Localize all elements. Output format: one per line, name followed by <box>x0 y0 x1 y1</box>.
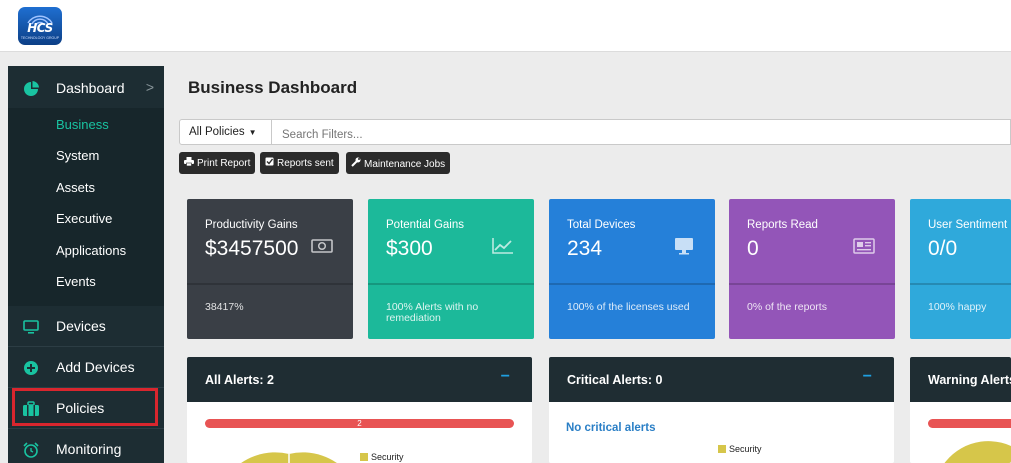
legend-label: Security <box>729 444 762 454</box>
caret-down-icon: ▼ <box>248 128 257 137</box>
legend-security: Security <box>360 452 404 462</box>
desktop-icon <box>675 238 693 255</box>
legend-label: Security <box>371 452 404 462</box>
panel-title: All Alerts: 2 <box>205 373 275 387</box>
card-divider <box>368 283 534 285</box>
dashboard-submenu: Business System Assets Executive Applica… <box>8 108 164 306</box>
pie-chart-partial <box>944 441 1011 463</box>
panel-header: Warning Alerts <box>910 357 1011 402</box>
card-value: $300 <box>386 237 433 260</box>
sidebar-item-devices[interactable]: Devices <box>8 306 164 346</box>
check-square-icon <box>265 157 274 166</box>
sidebar-subitem-events[interactable]: Events <box>56 274 96 289</box>
all-alerts-bar: 2 <box>205 419 514 428</box>
policy-filter-dropdown[interactable]: All Policies ▼ <box>179 119 272 145</box>
card-divider <box>910 283 1011 285</box>
legend-swatch <box>360 453 368 461</box>
policy-filter-value: All Policies <box>189 126 245 138</box>
card-value: 0 <box>747 237 759 260</box>
sidebar-item-add-devices[interactable]: Add Devices <box>8 347 164 387</box>
panel-header: All Alerts: 2 − <box>187 357 532 402</box>
panel-header: Critical Alerts: 0 − <box>549 357 894 402</box>
maintenance-jobs-label: Maintenance Jobs <box>364 159 446 170</box>
card-title: User Sentiment <box>928 219 1008 231</box>
card-divider <box>729 283 895 285</box>
card-title: Reports Read <box>747 219 818 231</box>
plus-circle-icon <box>24 361 38 375</box>
sidebar-item-monitoring[interactable]: Monitoring <box>8 429 164 463</box>
logo-text: HCS <box>27 21 53 35</box>
card-potential-gains[interactable]: Potential Gains $300 100% Alerts with no… <box>368 199 534 339</box>
wrench-icon <box>351 157 361 167</box>
line-chart-icon <box>492 238 513 254</box>
reports-sent-label: Reports sent <box>277 158 334 169</box>
maintenance-jobs-button[interactable]: Maintenance Jobs <box>346 152 451 174</box>
sidebar-item-label: Monitoring <box>56 441 122 457</box>
search-filters-input[interactable] <box>272 119 1011 145</box>
no-critical-alerts-message: No critical alerts <box>566 422 656 434</box>
panel-title: Warning Alerts <box>928 373 1011 387</box>
sidebar-subitem-assets[interactable]: Assets <box>56 180 95 195</box>
hcs-logo[interactable]: HCS TECHNOLOGY GROUP <box>18 7 62 45</box>
sidebar-subitem-executive[interactable]: Executive <box>56 211 112 226</box>
card-value: $3457500 <box>205 237 299 260</box>
card-value: 234 <box>567 237 603 260</box>
print-report-button[interactable]: Print Report <box>179 152 256 174</box>
card-user-sentiment[interactable]: User Sentiment 0/0 100% happy <box>910 199 1011 339</box>
card-value: 0/0 <box>928 237 958 260</box>
card-note: 0% of the reports <box>747 301 827 313</box>
sidebar-item-label: Devices <box>56 318 106 334</box>
money-icon <box>311 239 333 253</box>
panel-all-alerts: All Alerts: 2 − <box>187 357 532 463</box>
reports-sent-button[interactable]: Reports sent <box>260 152 339 174</box>
pie-chart-partial <box>241 452 337 463</box>
card-title: Potential Gains <box>386 219 464 231</box>
monitor-icon <box>23 320 39 334</box>
logo-subtext: TECHNOLOGY GROUP <box>20 36 60 40</box>
print-icon <box>184 157 194 166</box>
card-divider <box>549 283 715 285</box>
card-productivity-gains[interactable]: Productivity Gains $3457500 38417% <box>187 199 353 339</box>
card-reports-read[interactable]: Reports Read 0 0% of the reports <box>729 199 895 339</box>
legend-swatch <box>718 445 726 453</box>
pie-chart-icon <box>24 81 39 96</box>
minimize-icon[interactable]: − <box>863 368 872 386</box>
card-note: 100% of the licenses used <box>567 301 690 313</box>
card-title: Total Devices <box>567 219 636 231</box>
alarm-clock-icon <box>23 442 39 458</box>
panel-title: Critical Alerts: 0 <box>567 373 663 387</box>
policies-highlight-box <box>12 388 158 426</box>
chevron-right-icon: > <box>145 79 154 95</box>
card-divider <box>187 283 353 285</box>
card-note: 100% happy <box>928 301 987 313</box>
print-report-label: Print Report <box>197 158 251 169</box>
minimize-icon[interactable]: − <box>501 368 510 386</box>
legend-security: Security <box>718 444 762 454</box>
sidebar-subitem-system[interactable]: System <box>56 148 99 163</box>
card-title: Productivity Gains <box>205 219 298 231</box>
newspaper-icon <box>853 238 875 254</box>
card-note: 38417% <box>205 301 244 313</box>
panel-warning-alerts: Warning Alerts <box>910 357 1011 463</box>
card-total-devices[interactable]: Total Devices 234 100% of the licenses u… <box>549 199 715 339</box>
sidebar-subitem-applications[interactable]: Applications <box>56 243 126 258</box>
sidebar-item-label: Add Devices <box>56 359 135 375</box>
page-title: Business Dashboard <box>188 78 358 97</box>
top-bar: HCS TECHNOLOGY GROUP <box>0 0 1011 52</box>
sidebar-subitem-business[interactable]: Business <box>56 117 109 132</box>
sidebar-item-dashboard[interactable]: Dashboard > <box>8 68 164 108</box>
card-note: 100% Alerts with no remediation <box>386 301 479 324</box>
sidebar-item-label: Dashboard <box>56 80 125 96</box>
warning-alerts-bar <box>928 419 1011 428</box>
